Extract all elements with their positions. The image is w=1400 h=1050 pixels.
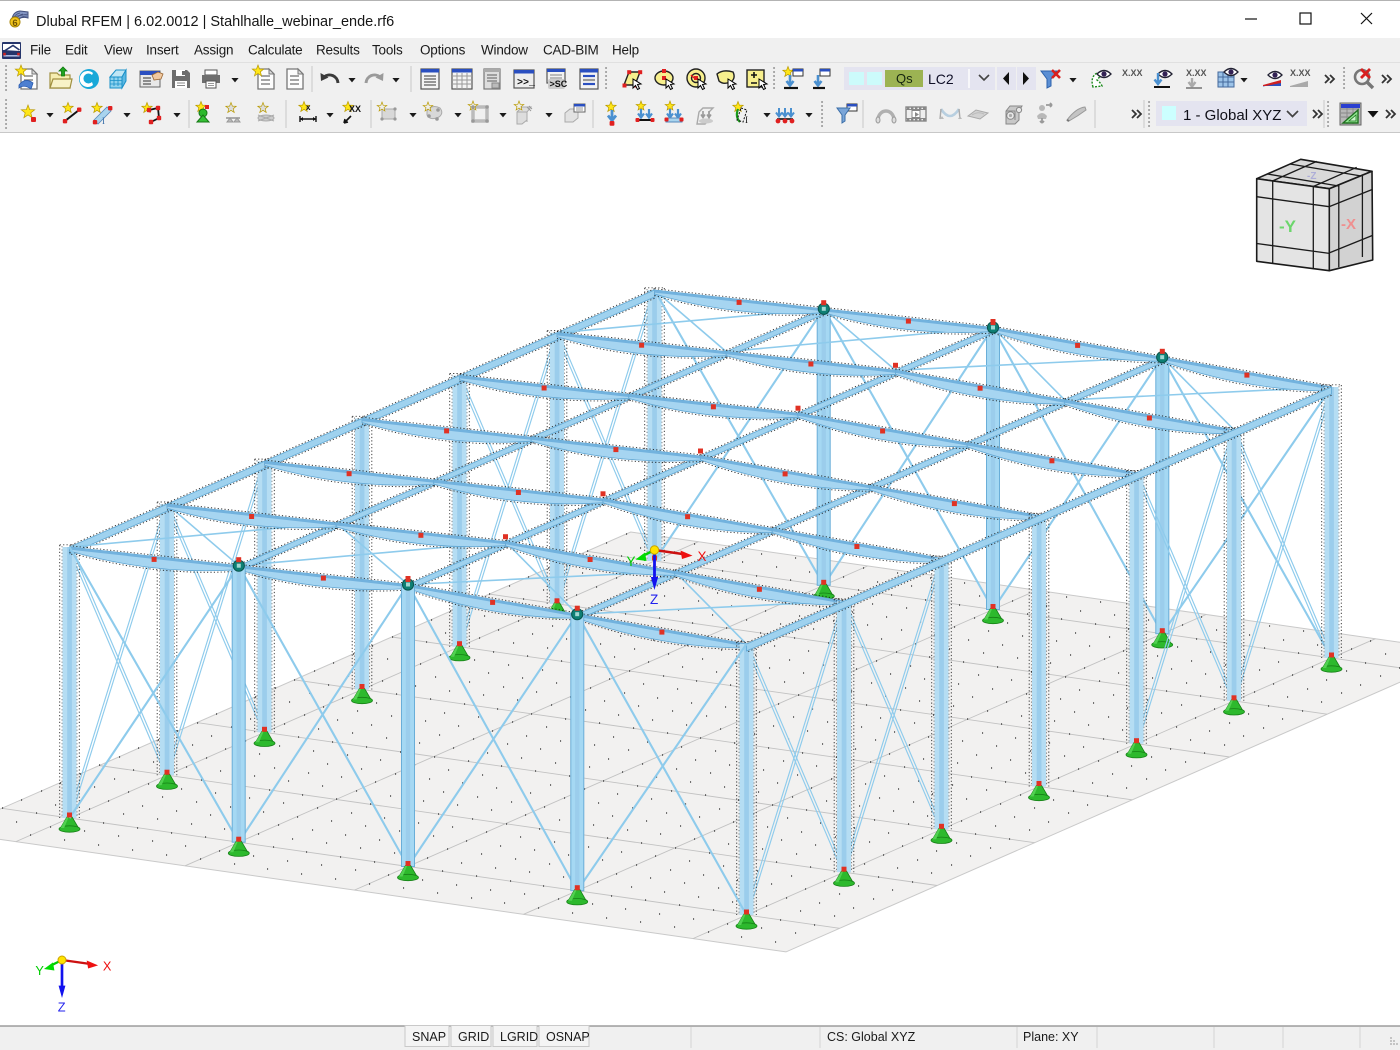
svg-text:Plane: XY: Plane: XY — [1023, 1030, 1079, 1044]
svg-text:X.XX: X.XX — [1122, 68, 1143, 78]
svg-text:CS: Global XYZ: CS: Global XYZ — [827, 1030, 916, 1044]
svg-text:Help: Help — [612, 43, 639, 58]
svg-text:I: I — [745, 115, 748, 125]
svg-text:SNAP: SNAP — [412, 1030, 446, 1044]
svg-text:-Z: -Z — [1307, 171, 1316, 182]
svg-text:I: I — [102, 116, 105, 126]
svg-text:Results: Results — [316, 43, 360, 58]
svg-text:Assign: Assign — [194, 43, 233, 58]
svg-text:LC2: LC2 — [928, 71, 954, 87]
svg-text:XX: XX — [349, 104, 361, 114]
svg-text:Y: Y — [35, 963, 44, 978]
svg-text:>>_: >>_ — [517, 78, 536, 89]
svg-text:X: X — [698, 549, 707, 564]
svg-text:OSNAP: OSNAP — [546, 1030, 590, 1044]
svg-text:LGRID: LGRID — [500, 1030, 538, 1044]
svg-text:X.XX: X.XX — [1290, 68, 1311, 78]
svg-text:x: x — [306, 103, 311, 112]
svg-text:Insert: Insert — [146, 43, 179, 58]
svg-text:Tools: Tools — [372, 43, 403, 58]
svg-text:X.XX: X.XX — [1186, 68, 1207, 78]
svg-text:Z: Z — [650, 592, 658, 607]
svg-text:File: File — [30, 43, 51, 58]
svg-text:Qs: Qs — [896, 71, 913, 86]
svg-text:6: 6 — [12, 18, 17, 29]
svg-text:>SC: >SC — [550, 79, 568, 89]
svg-text:X: X — [103, 958, 112, 973]
svg-text:Options: Options — [420, 43, 466, 58]
svg-text:Edit: Edit — [65, 43, 88, 58]
svg-text:Dlubal RFEM | 6.02.0012 | Stah: Dlubal RFEM | 6.02.0012 | Stahlhalle_web… — [36, 14, 394, 30]
svg-text:View: View — [104, 43, 133, 58]
svg-text:Z: Z — [58, 999, 66, 1014]
svg-text:Calculate: Calculate — [248, 43, 302, 58]
svg-text:GRID: GRID — [458, 1030, 489, 1044]
svg-text:Y: Y — [627, 554, 636, 569]
svg-text:-Y: -Y — [1279, 217, 1297, 236]
svg-text:1 - Global XYZ: 1 - Global XYZ — [1183, 107, 1281, 124]
svg-text:CAD-BIM: CAD-BIM — [543, 43, 599, 58]
svg-text:-X: -X — [1341, 216, 1356, 233]
svg-text:Window: Window — [481, 43, 528, 58]
